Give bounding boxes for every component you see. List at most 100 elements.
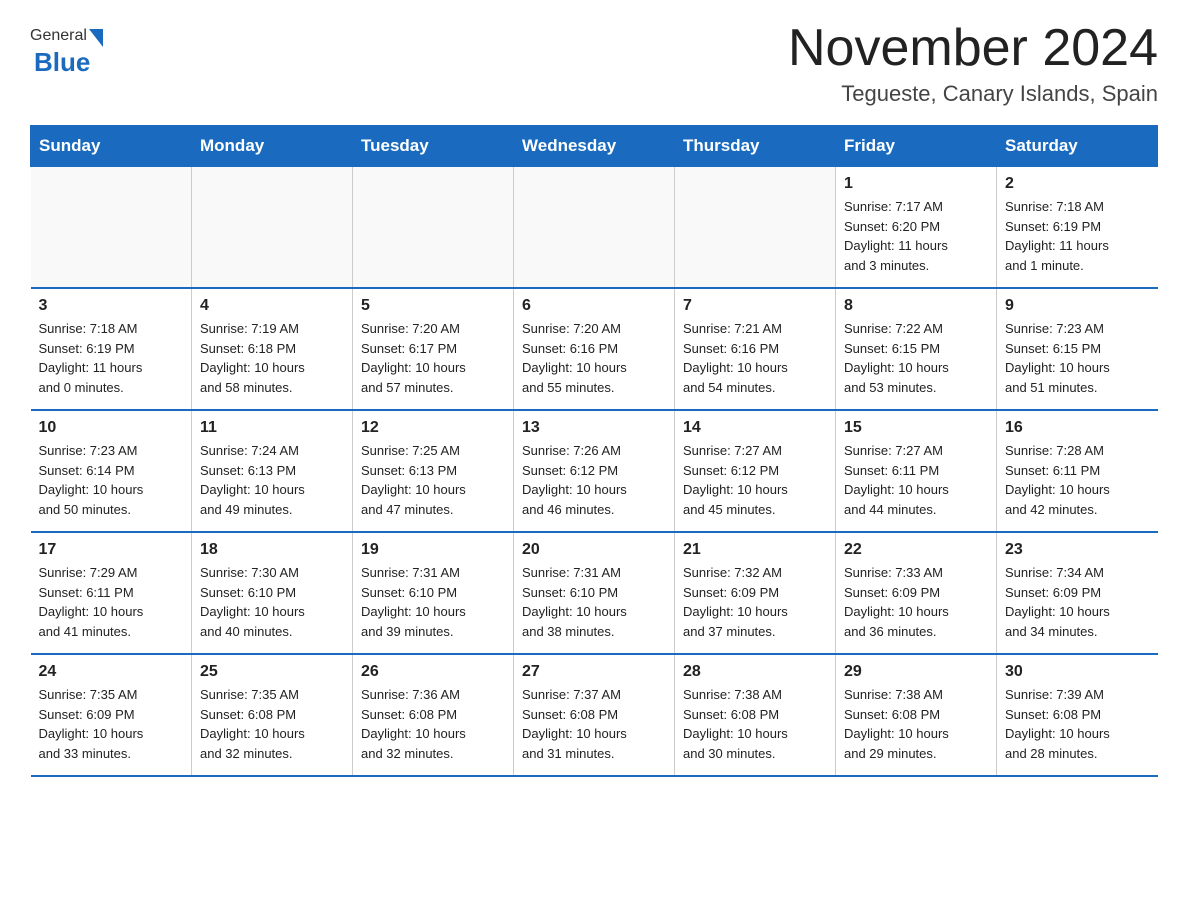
day-number: 8 (844, 297, 988, 315)
day-number: 29 (844, 663, 988, 681)
table-row (675, 167, 836, 289)
day-number: 1 (844, 175, 988, 193)
table-row: 17 Sunrise: 7:29 AM Sunset: 6:11 PM Dayli… (31, 532, 192, 654)
table-row: 26Sunrise: 7:36 AM Sunset: 6:08 PM Dayli… (353, 654, 514, 776)
table-row: 29 Sunrise: 7:38 AM Sunset: 6:08 PM Dayli… (836, 654, 997, 776)
day-info: Sunrise: 7:27 AM Sunset: 6:12 PM Dayligh… (683, 441, 827, 519)
page-header: General Blue November 2024 Tegueste, Can… (30, 20, 1158, 107)
day-number: 21 (683, 541, 827, 559)
table-row: 30Sunrise: 7:39 AM Sunset: 6:08 PM Dayli… (997, 654, 1158, 776)
day-info: Sunrise: 7:35 AM Sunset: 6:08 PM Dayligh… (200, 685, 344, 763)
table-row: 24 Sunrise: 7:35 AM Sunset: 6:09 PM Dayli… (31, 654, 192, 776)
calendar-table: Sunday Monday Tuesday Wednesday Thursday… (30, 125, 1158, 777)
logo-general-text: General (30, 27, 87, 45)
day-number: 25 (200, 663, 344, 681)
day-number: 19 (361, 541, 505, 559)
table-row: 18 Sunrise: 7:30 AM Sunset: 6:10 PM Dayli… (192, 532, 353, 654)
day-info: Sunrise: 7:27 AM Sunset: 6:11 PM Dayligh… (844, 441, 988, 519)
day-number: 18 (200, 541, 344, 559)
day-info: Sunrise: 7:19 AM Sunset: 6:18 PM Dayligh… (200, 319, 344, 397)
day-number: 28 (683, 663, 827, 681)
table-row: 12 Sunrise: 7:25 AM Sunset: 6:13 PM Dayli… (353, 410, 514, 532)
day-number: 16 (1005, 419, 1150, 437)
day-info: Sunrise: 7:38 AM Sunset: 6:08 PM Dayligh… (683, 685, 827, 763)
day-info: Sunrise: 7:25 AM Sunset: 6:13 PM Dayligh… (361, 441, 505, 519)
header-wednesday: Wednesday (514, 126, 675, 167)
table-row: 14Sunrise: 7:27 AM Sunset: 6:12 PM Dayli… (675, 410, 836, 532)
table-row: 27 Sunrise: 7:37 AM Sunset: 6:08 PM Dayli… (514, 654, 675, 776)
table-row: 11 Sunrise: 7:24 AM Sunset: 6:13 PM Dayli… (192, 410, 353, 532)
table-row: 22 Sunrise: 7:33 AM Sunset: 6:09 PM Dayli… (836, 532, 997, 654)
day-info: Sunrise: 7:23 AM Sunset: 6:14 PM Dayligh… (39, 441, 184, 519)
table-row: 1 Sunrise: 7:17 AM Sunset: 6:20 PM Daylig… (836, 167, 997, 289)
day-number: 24 (39, 663, 184, 681)
table-row: 28 Sunrise: 7:38 AM Sunset: 6:08 PM Dayli… (675, 654, 836, 776)
day-number: 22 (844, 541, 988, 559)
day-number: 20 (522, 541, 666, 559)
day-number: 15 (844, 419, 988, 437)
table-row: 8 Sunrise: 7:22 AM Sunset: 6:15 PM Daylig… (836, 288, 997, 410)
day-info: Sunrise: 7:39 AM Sunset: 6:08 PM Dayligh… (1005, 685, 1150, 763)
header-friday: Friday (836, 126, 997, 167)
table-row: 15 Sunrise: 7:27 AM Sunset: 6:11 PM Dayli… (836, 410, 997, 532)
calendar-week-row: 24 Sunrise: 7:35 AM Sunset: 6:09 PM Dayli… (31, 654, 1158, 776)
day-number: 17 (39, 541, 184, 559)
table-row (31, 167, 192, 289)
day-info: Sunrise: 7:18 AM Sunset: 6:19 PM Dayligh… (1005, 197, 1150, 275)
table-row: 4Sunrise: 7:19 AM Sunset: 6:18 PM Daylig… (192, 288, 353, 410)
table-row: 10 Sunrise: 7:23 AM Sunset: 6:14 PM Dayli… (31, 410, 192, 532)
day-number: 13 (522, 419, 666, 437)
day-info: Sunrise: 7:38 AM Sunset: 6:08 PM Dayligh… (844, 685, 988, 763)
table-row: 13 Sunrise: 7:26 AM Sunset: 6:12 PM Dayli… (514, 410, 675, 532)
calendar-week-row: 1 Sunrise: 7:17 AM Sunset: 6:20 PM Daylig… (31, 167, 1158, 289)
day-number: 10 (39, 419, 184, 437)
day-info: Sunrise: 7:30 AM Sunset: 6:10 PM Dayligh… (200, 563, 344, 641)
table-row: 2 Sunrise: 7:18 AM Sunset: 6:19 PM Daylig… (997, 167, 1158, 289)
table-row: 5 Sunrise: 7:20 AM Sunset: 6:17 PM Daylig… (353, 288, 514, 410)
day-info: Sunrise: 7:23 AM Sunset: 6:15 PM Dayligh… (1005, 319, 1150, 397)
header-saturday: Saturday (997, 126, 1158, 167)
day-info: Sunrise: 7:17 AM Sunset: 6:20 PM Dayligh… (844, 197, 988, 275)
table-row: 6Sunrise: 7:20 AM Sunset: 6:16 PM Daylig… (514, 288, 675, 410)
day-info: Sunrise: 7:34 AM Sunset: 6:09 PM Dayligh… (1005, 563, 1150, 641)
calendar-week-row: 17 Sunrise: 7:29 AM Sunset: 6:11 PM Dayli… (31, 532, 1158, 654)
day-info: Sunrise: 7:29 AM Sunset: 6:11 PM Dayligh… (39, 563, 184, 641)
calendar-week-row: 3Sunrise: 7:18 AM Sunset: 6:19 PM Daylig… (31, 288, 1158, 410)
day-number: 6 (522, 297, 666, 315)
day-number: 7 (683, 297, 827, 315)
logo-arrow-icon (89, 29, 103, 47)
table-row: 23Sunrise: 7:34 AM Sunset: 6:09 PM Dayli… (997, 532, 1158, 654)
day-info: Sunrise: 7:22 AM Sunset: 6:15 PM Dayligh… (844, 319, 988, 397)
day-info: Sunrise: 7:35 AM Sunset: 6:09 PM Dayligh… (39, 685, 184, 763)
calendar-week-row: 10 Sunrise: 7:23 AM Sunset: 6:14 PM Dayli… (31, 410, 1158, 532)
table-row (353, 167, 514, 289)
header-sunday: Sunday (31, 126, 192, 167)
day-number: 9 (1005, 297, 1150, 315)
day-info: Sunrise: 7:31 AM Sunset: 6:10 PM Dayligh… (361, 563, 505, 641)
day-number: 2 (1005, 175, 1150, 193)
calendar-subtitle: Tegueste, Canary Islands, Spain (788, 81, 1158, 107)
day-info: Sunrise: 7:32 AM Sunset: 6:09 PM Dayligh… (683, 563, 827, 641)
day-info: Sunrise: 7:20 AM Sunset: 6:17 PM Dayligh… (361, 319, 505, 397)
table-row (514, 167, 675, 289)
table-row (192, 167, 353, 289)
day-info: Sunrise: 7:26 AM Sunset: 6:12 PM Dayligh… (522, 441, 666, 519)
day-info: Sunrise: 7:24 AM Sunset: 6:13 PM Dayligh… (200, 441, 344, 519)
day-number: 27 (522, 663, 666, 681)
day-number: 11 (200, 419, 344, 437)
day-info: Sunrise: 7:37 AM Sunset: 6:08 PM Dayligh… (522, 685, 666, 763)
day-info: Sunrise: 7:33 AM Sunset: 6:09 PM Dayligh… (844, 563, 988, 641)
day-info: Sunrise: 7:36 AM Sunset: 6:08 PM Dayligh… (361, 685, 505, 763)
calendar-header-row: Sunday Monday Tuesday Wednesday Thursday… (31, 126, 1158, 167)
table-row: 21 Sunrise: 7:32 AM Sunset: 6:09 PM Dayli… (675, 532, 836, 654)
day-info: Sunrise: 7:28 AM Sunset: 6:11 PM Dayligh… (1005, 441, 1150, 519)
day-info: Sunrise: 7:21 AM Sunset: 6:16 PM Dayligh… (683, 319, 827, 397)
day-number: 12 (361, 419, 505, 437)
table-row: 9 Sunrise: 7:23 AM Sunset: 6:15 PM Daylig… (997, 288, 1158, 410)
header-thursday: Thursday (675, 126, 836, 167)
table-row: 20Sunrise: 7:31 AM Sunset: 6:10 PM Dayli… (514, 532, 675, 654)
day-number: 5 (361, 297, 505, 315)
header-monday: Monday (192, 126, 353, 167)
table-row: 25 Sunrise: 7:35 AM Sunset: 6:08 PM Dayli… (192, 654, 353, 776)
logo: General Blue (30, 20, 103, 78)
